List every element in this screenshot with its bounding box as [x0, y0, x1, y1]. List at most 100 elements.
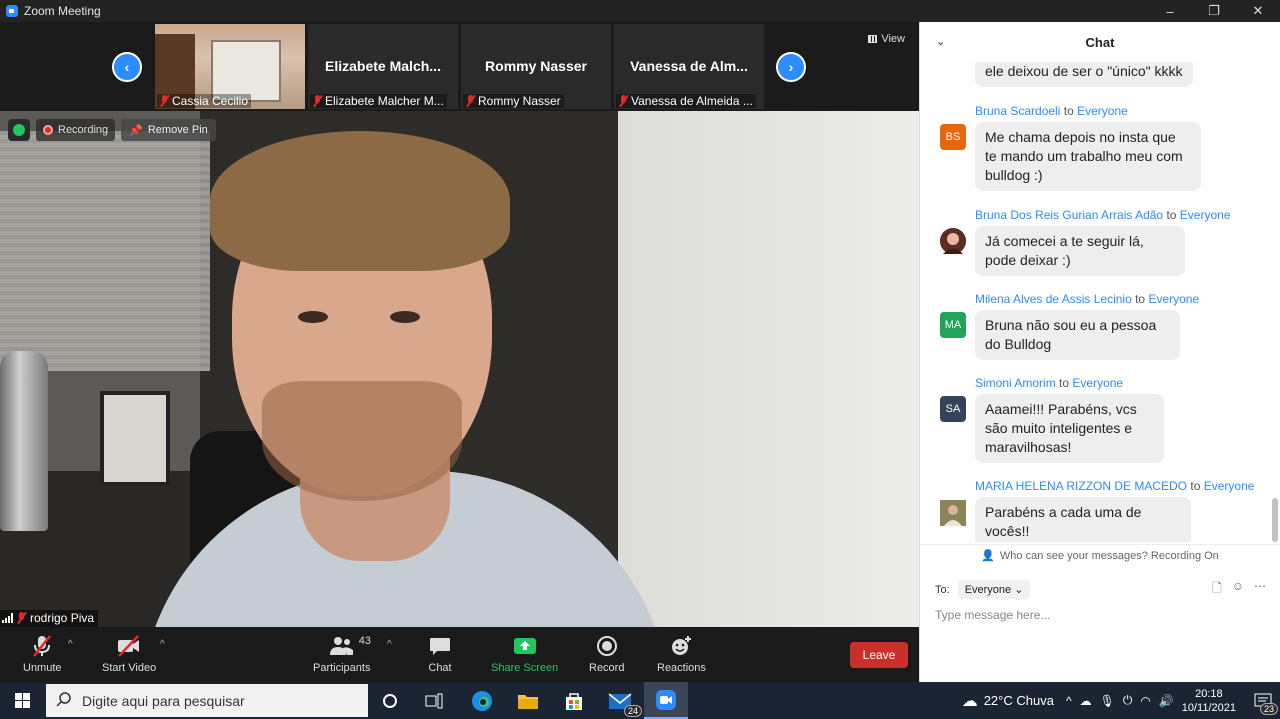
- recording-indicator[interactable]: Recording: [36, 119, 116, 141]
- meeting-toolbar: Unmute ^ Start Video ^ 43 Participants ^…: [0, 627, 919, 682]
- taskbar-clock[interactable]: 20:18 10/11/2021: [1182, 687, 1236, 715]
- restore-button[interactable]: ❐: [1192, 0, 1236, 22]
- tile-footer: Cassia Cecilio: [157, 94, 252, 108]
- participant-tile-elizabete[interactable]: Elizabete Malch... Elizabete Malcher M..…: [308, 24, 458, 109]
- onedrive-cloud-icon[interactable]: ☁: [1080, 694, 1092, 708]
- chat-scrollbar[interactable]: [1272, 62, 1278, 542]
- remove-pin-button[interactable]: 📌 Remove Pin: [121, 119, 216, 141]
- recipient-name[interactable]: Everyone: [1077, 104, 1128, 118]
- clock-date: 10/11/2021: [1181, 701, 1236, 714]
- to-word: to: [1166, 208, 1177, 222]
- reactions-button[interactable]: Reactions: [657, 633, 706, 674]
- store-icon[interactable]: [552, 682, 596, 719]
- record-icon: [596, 633, 618, 659]
- chat-message-partial: ele deixou de ser o "único" kkkk: [975, 62, 1193, 87]
- chat-message-list[interactable]: ele deixou de ser o "único" kkkk Bruna S…: [920, 62, 1272, 542]
- weather-text[interactable]: 22°C Chuva: [984, 693, 1054, 708]
- active-speaker-video: Recording 📌 Remove Pin rodrigo Piva: [0, 111, 919, 627]
- recipient-dropdown[interactable]: Everyone ⌄: [957, 580, 1031, 599]
- message-bubble: Bruna não sou eu a pessoa do Bulldog: [975, 310, 1180, 360]
- notifications-badge: 23: [1259, 703, 1278, 715]
- sender-name[interactable]: Bruna Dos Reis Gurian Arrais Adão: [975, 208, 1163, 222]
- start-button[interactable]: [0, 682, 44, 719]
- unmute-button[interactable]: Unmute: [23, 633, 62, 674]
- message-header: Bruna Scardoeli to Everyone: [975, 104, 1128, 118]
- to-word: to: [1063, 104, 1074, 118]
- taskbar-search-box[interactable]: Digite aqui para pesquisar: [46, 684, 368, 717]
- emoji-icon[interactable]: ☺: [1232, 579, 1244, 600]
- chat-title: Chat: [1085, 34, 1115, 50]
- chevron-right-icon: ›: [788, 59, 794, 75]
- speaker-name-tag: rodrigo Piva: [0, 610, 99, 627]
- video-background-thermos: [0, 351, 48, 531]
- video-options-caret[interactable]: ^: [160, 639, 165, 650]
- mail-badge: 24: [623, 705, 642, 717]
- microphone-icon[interactable]: 🎙: [1100, 694, 1115, 708]
- mail-app-icon[interactable]: 24: [598, 682, 642, 719]
- camera-off-icon: [116, 633, 142, 659]
- edge-browser-icon[interactable]: [460, 682, 504, 719]
- start-video-label: Start Video: [102, 662, 157, 674]
- smiley-plus-icon: [669, 633, 693, 659]
- file-icon[interactable]: 🗋: [1212, 579, 1222, 600]
- participant-tile-rommy[interactable]: Rommy Nasser Rommy Nasser: [461, 24, 611, 109]
- recipient-name[interactable]: Everyone: [1180, 208, 1231, 222]
- volume-icon[interactable]: 🔊: [1159, 694, 1174, 708]
- mic-off-icon: [160, 95, 169, 107]
- to-word: to: [1190, 479, 1201, 493]
- sender-name[interactable]: Milena Alves de Assis Lecinio: [975, 292, 1132, 306]
- weather-icon[interactable]: ☁: [962, 691, 978, 711]
- recipient-name[interactable]: Everyone: [1204, 479, 1255, 493]
- minimize-button[interactable]: –: [1148, 0, 1192, 22]
- strip-prev-button[interactable]: ‹: [112, 52, 142, 82]
- record-button[interactable]: Record: [589, 633, 624, 674]
- power-plug-icon[interactable]: ⏻: [1123, 693, 1133, 708]
- encryption-shield-icon[interactable]: [8, 119, 30, 141]
- avatar: SA: [940, 396, 966, 422]
- speaker-eye: [298, 311, 328, 323]
- chat-label: Chat: [428, 662, 452, 674]
- recipient-value: Everyone: [964, 584, 1012, 596]
- participants-options-caret[interactable]: ^: [387, 639, 392, 650]
- start-video-button[interactable]: Start Video: [102, 633, 156, 674]
- message-header: Milena Alves de Assis Lecinio to Everyon…: [975, 292, 1199, 306]
- message-bubble: Parabéns a cada uma de vocês!!: [975, 497, 1191, 542]
- chevron-down-icon[interactable]: ⌄: [936, 35, 945, 48]
- scrollbar-thumb[interactable]: [1272, 498, 1278, 542]
- file-explorer-icon[interactable]: [506, 682, 550, 719]
- recipient-name[interactable]: Everyone: [1072, 376, 1123, 390]
- sender-name[interactable]: MARIA HELENA RIZZON DE MACEDO: [975, 479, 1187, 493]
- clock-time: 20:18: [1195, 687, 1223, 700]
- sender-name[interactable]: Bruna Scardoeli: [975, 104, 1060, 118]
- audio-options-caret[interactable]: ^: [68, 639, 73, 650]
- task-view-icon[interactable]: [412, 682, 456, 719]
- sender-name[interactable]: Simoni Amorim: [975, 376, 1056, 390]
- notifications-button[interactable]: 23: [1246, 682, 1280, 719]
- chat-button[interactable]: Chat: [428, 633, 452, 674]
- leave-button[interactable]: Leave: [850, 642, 908, 668]
- message-bubble: Aaamei!!! Parabéns, vcs são muito inteli…: [975, 394, 1164, 463]
- participants-button[interactable]: 43 Participants: [313, 633, 371, 674]
- to-word: to: [1059, 376, 1070, 390]
- cortana-icon[interactable]: [368, 682, 412, 719]
- chat-message-input[interactable]: Type message here...: [935, 608, 1050, 622]
- close-window-button[interactable]: ✕: [1236, 0, 1280, 22]
- participant-tile-cassia[interactable]: Cassia Cecilio: [155, 24, 305, 109]
- zoom-app-icon[interactable]: [644, 682, 688, 719]
- share-screen-button[interactable]: Share Screen: [491, 633, 558, 674]
- tile-footer: Vanessa de Almeida ...: [616, 94, 756, 108]
- strip-next-button[interactable]: ›: [776, 52, 806, 82]
- avatar: MA: [940, 312, 966, 338]
- window-titlebar: Zoom Meeting – ❐ ✕: [0, 0, 1280, 22]
- more-options-icon[interactable]: ⋯: [1254, 579, 1266, 600]
- speaker-beard: [262, 381, 462, 501]
- wifi-icon[interactable]: ◠: [1140, 694, 1150, 708]
- chevron-up-icon[interactable]: ^: [1066, 694, 1072, 708]
- message-visibility-info[interactable]: 👤 Who can see your messages? Recording O…: [920, 544, 1280, 566]
- participant-strip: ‹ Cassia Cecilio Elizabete Malch... Eliz…: [0, 22, 919, 111]
- avatar-photo: [940, 500, 966, 526]
- recipient-name[interactable]: Everyone: [1148, 292, 1199, 306]
- participant-tile-vanessa[interactable]: Vanessa de Alm... Vanessa de Almeida ...: [614, 24, 764, 109]
- view-button[interactable]: View: [868, 33, 905, 45]
- pin-icon: 📌: [129, 124, 143, 137]
